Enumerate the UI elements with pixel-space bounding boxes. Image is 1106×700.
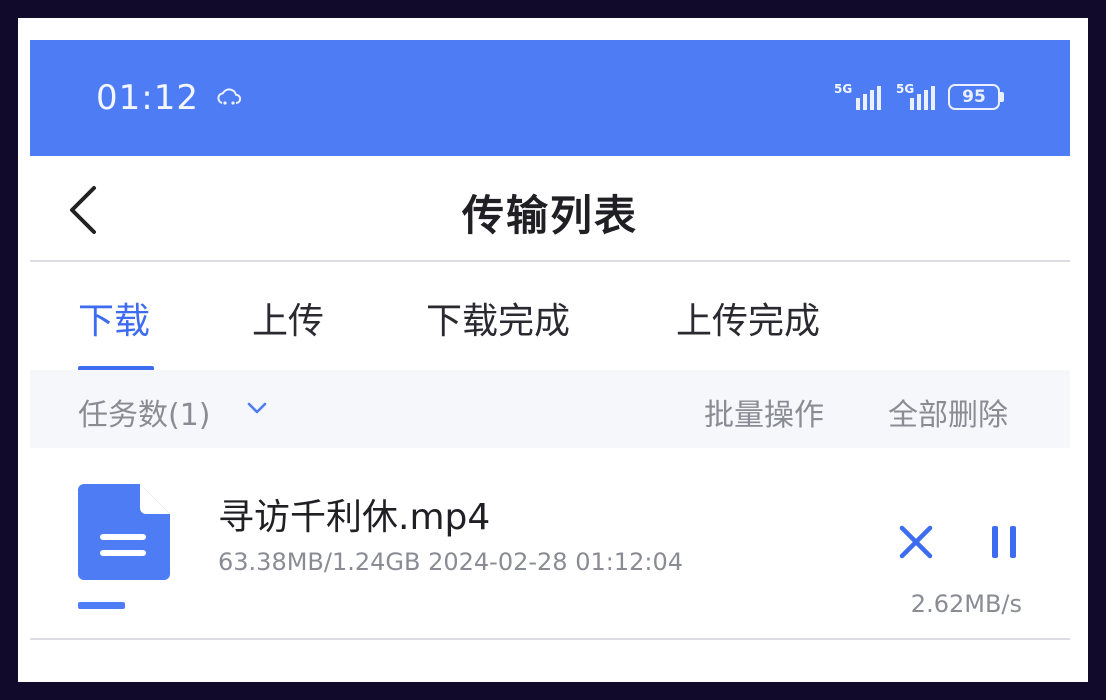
list-item[interactable]: 寻访千利休.mp4 63.38MB/1.24GB 2024-02-28 01:1… [30,448,1070,640]
file-name: 寻访千利休.mp4 [218,497,491,538]
tab-download[interactable]: 下载 [78,292,150,344]
progress-fill [78,602,126,609]
tab-upload[interactable]: 上传 [252,292,324,344]
status-bar: 01:12 5G 5G 95 [30,40,1070,156]
task-toolbar: 任务数(1) 批量操作 全部删除 [30,370,1070,448]
cloud-sync-icon [217,88,242,105]
pause-icon[interactable] [986,522,1022,562]
chevron-down-icon[interactable] [246,400,268,416]
document-icon [78,484,170,580]
close-icon[interactable] [896,522,936,562]
batch-operation-button[interactable]: 批量操作 [704,390,824,434]
battery-cap [1000,92,1004,102]
tab-bar: 下载 上传 下载完成 上传完成 [30,262,1070,371]
signal-strength-1: 5G [834,82,886,112]
battery-level: 95 [962,87,986,107]
signal-bars-icon [910,86,935,110]
delete-all-button[interactable]: 全部删除 [888,390,1008,434]
tab-upload-complete[interactable]: 上传完成 [676,292,820,344]
tab-download-complete[interactable]: 下载完成 [426,292,570,344]
app-frame: 01:12 5G 5G 95 传输列表 下载 上传 下载完成 上传完成 任务数(… [18,18,1088,682]
battery-icon: 95 [948,84,1000,110]
signal-strength-2: 5G [896,82,940,112]
file-meta: 63.38MB/1.24GB 2024-02-28 01:12:04 [218,548,683,576]
header: 传输列表 [30,156,1070,262]
progress-bar [78,602,1024,609]
status-time: 01:12 [96,78,199,118]
signal-bars-icon [856,86,881,110]
task-count[interactable]: 任务数(1) [78,390,211,434]
page-title: 传输列表 [461,191,638,240]
